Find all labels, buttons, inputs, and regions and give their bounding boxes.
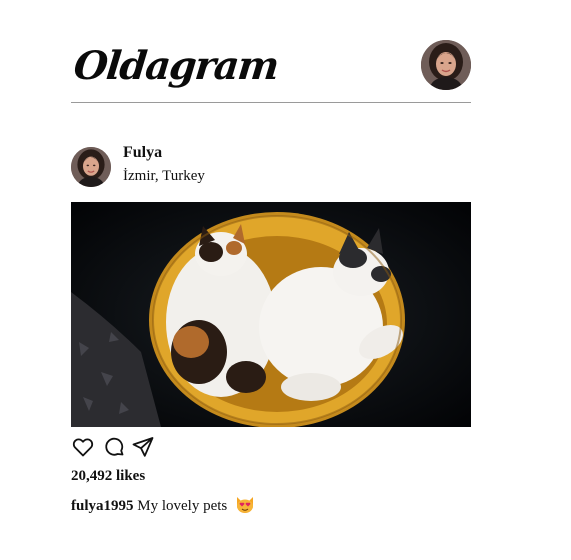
- cats-sleeping-in-basket-icon: [71, 202, 471, 427]
- heart-icon[interactable]: [71, 435, 95, 459]
- comment-icon[interactable]: [102, 435, 126, 459]
- app-logo[interactable]: Oldagram: [71, 38, 281, 94]
- user-avatar-icon: [421, 40, 471, 90]
- profile-avatar[interactable]: [421, 40, 471, 90]
- user-avatar-icon: [71, 147, 111, 187]
- post-photo[interactable]: [71, 202, 471, 427]
- likes-count: 20,492 likes: [71, 468, 146, 484]
- post-header: Fulya İzmir, Turkey: [71, 144, 471, 190]
- post-caption: fulya1995 My lovely pets: [71, 494, 255, 516]
- caption-username[interactable]: fulya1995: [71, 498, 134, 514]
- heart-eyes-cat-emoji-icon: [237, 497, 254, 513]
- send-icon[interactable]: [131, 435, 155, 459]
- app-header: Oldagram: [71, 34, 471, 103]
- post-actions: [71, 435, 191, 459]
- post-author-avatar[interactable]: [71, 147, 111, 187]
- post-location: İzmir, Turkey: [123, 168, 205, 184]
- post-author-name[interactable]: Fulya: [123, 143, 162, 163]
- oldagram-app: Oldagram Fulya İzmir, Turkey 20,492 like…: [71, 0, 471, 560]
- caption-text: My lovely pets: [137, 498, 228, 514]
